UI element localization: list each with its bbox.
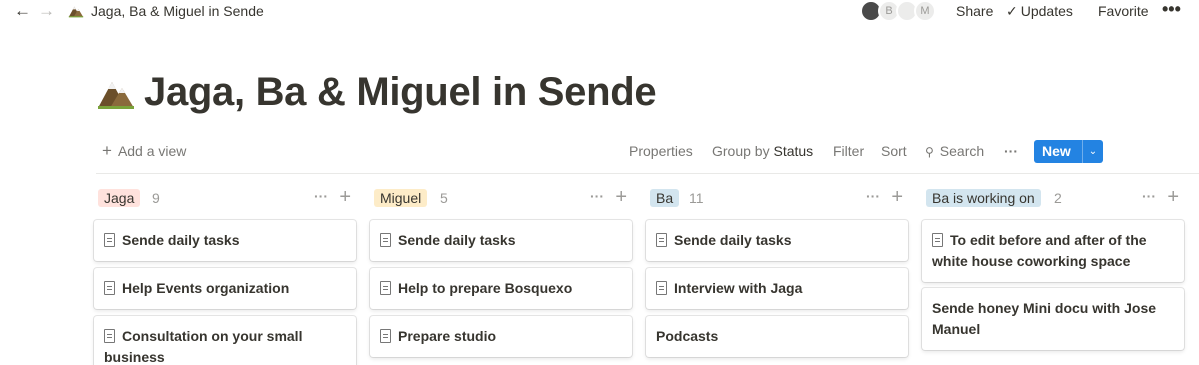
group-by-value: Status (773, 143, 814, 159)
properties-button[interactable]: Properties (629, 143, 693, 160)
search-button[interactable]: ⚲ Search (925, 143, 984, 161)
column-header: Miguel 5 ··· + (370, 186, 632, 210)
plus-icon: + (102, 141, 112, 160)
page-icon (104, 281, 115, 295)
board-card[interactable]: Help to prepare Bosquexo (370, 268, 632, 309)
board-column-miguel: Miguel 5 ··· + Sende daily tasks Help to… (370, 186, 632, 357)
board-column-jaga: Jaga 9 ··· + Sende daily tasks Help Even… (94, 186, 356, 365)
page-icon (380, 233, 391, 247)
column-header: Ba 11 ··· + (646, 186, 908, 210)
check-icon: ✓ (1006, 3, 1018, 19)
sort-button[interactable]: Sort (881, 143, 907, 160)
page-icon (932, 233, 943, 247)
search-icon: ⚲ (925, 145, 934, 159)
more-horizontal-icon[interactable]: ••• (1162, 0, 1181, 18)
filter-button[interactable]: Filter (833, 143, 864, 160)
page-icon (656, 233, 667, 247)
mountain-icon (68, 6, 84, 18)
column-header: Jaga 9 ··· + (94, 186, 356, 210)
plus-icon[interactable]: + (891, 186, 903, 208)
board-card[interactable]: Sende honey Mini docu with Jose Manuel (922, 288, 1184, 350)
more-horizontal-icon[interactable]: ··· (590, 188, 604, 204)
more-horizontal-icon[interactable]: ··· (1004, 143, 1018, 160)
chevron-down-icon[interactable]: ⌄ (1082, 140, 1103, 163)
board-column-ba: Ba 11 ··· + Sende daily tasks Interview … (646, 186, 908, 357)
card-title: Consultation on your small business (104, 328, 303, 365)
top-bar: ← → Jaga, Ba & Miguel in Sende B M Share… (0, 0, 1199, 24)
board-card[interactable]: Consultation on your small business (94, 316, 356, 365)
page-title[interactable]: Jaga, Ba & Miguel in Sende (144, 68, 657, 116)
card-title: To edit before and after of the white ho… (932, 232, 1147, 269)
page-icon (104, 329, 115, 343)
group-by-button[interactable]: Group by Status (712, 143, 813, 160)
status-tag[interactable]: Ba is working on (926, 189, 1041, 207)
column-count: 2 (1054, 190, 1062, 206)
more-horizontal-icon[interactable]: ··· (866, 188, 880, 204)
arrow-left-icon[interactable]: ← (14, 1, 31, 21)
card-title: Sende daily tasks (122, 232, 240, 248)
card-title: Prepare studio (398, 328, 497, 344)
card-title: Podcasts (656, 328, 719, 344)
board-card[interactable]: Interview with Jaga (646, 268, 908, 309)
board-card[interactable]: Prepare studio (370, 316, 632, 357)
board-card[interactable]: Podcasts (646, 316, 908, 357)
card-title: Sende daily tasks (674, 232, 792, 248)
board-card[interactable]: Sende daily tasks (94, 220, 356, 261)
plus-icon[interactable]: + (615, 186, 627, 208)
board-column-ba-working-on: Ba is working on 2 ··· + To edit before … (922, 186, 1184, 350)
status-tag[interactable]: Ba (650, 189, 680, 207)
search-label: Search (939, 143, 985, 159)
page-icon (380, 281, 391, 295)
card-title: Help to prepare Bosquexo (398, 280, 573, 296)
status-tag[interactable]: Jaga (98, 189, 141, 207)
column-header: Ba is working on 2 ··· + (922, 186, 1184, 210)
more-horizontal-icon[interactable]: ··· (1142, 188, 1156, 204)
new-button[interactable]: New ⌄ (1034, 140, 1103, 163)
mountain-icon[interactable] (96, 76, 136, 110)
card-title: Sende honey Mini docu with Jose Manuel (932, 300, 1157, 337)
group-by-label: Group by (712, 143, 770, 159)
column-count: 9 (152, 190, 160, 206)
new-label: New (1042, 143, 1071, 159)
share-button[interactable]: Share (956, 3, 993, 20)
more-horizontal-icon[interactable]: ··· (314, 188, 328, 204)
add-view-button[interactable]: + Add a view (102, 142, 186, 160)
plus-icon[interactable]: + (339, 186, 351, 208)
view-toolbar: + Add a view Properties Group by Status F… (96, 140, 1199, 174)
board-card[interactable]: Sende daily tasks (370, 220, 632, 261)
page-icon (380, 329, 391, 343)
plus-icon[interactable]: + (1167, 186, 1179, 208)
card-title: Interview with Jaga (674, 280, 803, 296)
board-card[interactable]: To edit before and after of the white ho… (922, 220, 1184, 282)
page-icon (104, 233, 115, 247)
page-icon (656, 281, 667, 295)
favorite-button[interactable]: Favorite (1098, 3, 1149, 20)
arrow-right-icon[interactable]: → (38, 1, 55, 21)
updates-button[interactable]: ✓ Updates (1006, 3, 1073, 20)
updates-label: Updates (1020, 3, 1073, 19)
status-tag[interactable]: Miguel (374, 189, 428, 207)
card-title: Sende daily tasks (398, 232, 516, 248)
collaborator-avatars[interactable]: B M (860, 0, 940, 22)
card-title: Help Events organization (122, 280, 290, 296)
column-count: 11 (689, 190, 704, 206)
avatar[interactable]: M (914, 0, 936, 22)
column-count: 5 (440, 190, 448, 206)
board-card[interactable]: Help Events organization (94, 268, 356, 309)
board-card[interactable]: Sende daily tasks (646, 220, 908, 261)
breadcrumb-title[interactable]: Jaga, Ba & Miguel in Sende (91, 3, 264, 20)
add-view-label: Add a view (117, 143, 187, 159)
